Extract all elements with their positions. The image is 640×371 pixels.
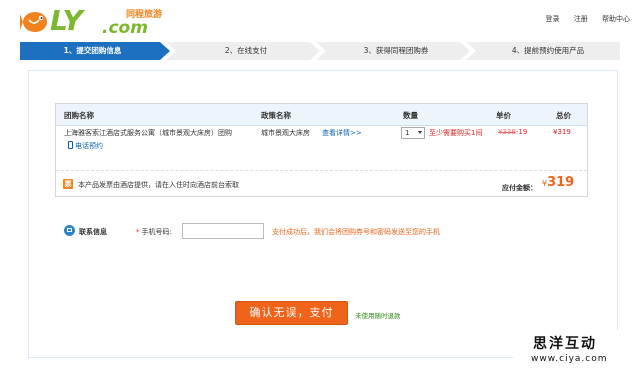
fish-logo-icon — [20, 12, 47, 32]
help-center-link[interactable]: 帮助中心 — [602, 15, 630, 23]
contact-icon — [64, 225, 75, 236]
refund-note: 未使用随时退款 — [355, 312, 401, 320]
table-header: 团购名称 政策名称 数量 单价 总价 — [56, 104, 587, 126]
phone-label: * 手机号码: — [136, 227, 172, 237]
payable-amount: ¥319 — [542, 175, 574, 190]
policy-name: 城市景观大床房 — [261, 129, 310, 137]
header-unit-price: 单价 — [496, 111, 511, 120]
payable-value: 319 — [547, 175, 575, 190]
required-star: * — [136, 228, 140, 236]
logo-text: LY — [50, 4, 83, 37]
quantity-value: 1 — [405, 129, 410, 137]
logo-slogan: 同程旅游 — [126, 10, 163, 20]
table-row: 上海雅客索江酒店式服务公寓（城市景观大床房）团购 电话预约 城市景观大床房 查看… — [56, 126, 587, 171]
step-2: 2、在线支付 — [224, 46, 268, 55]
invoice-note: 本产品发票由酒店提供，请在入住时向酒店前台索取 — [78, 181, 239, 189]
watermark-title: 思洋互动 — [533, 336, 597, 352]
view-detail-link[interactable]: 查看详情>> — [322, 128, 362, 138]
step-1: 1、提交团购信息 — [63, 46, 122, 55]
confirm-pay-button[interactable]: 确认无误，支付 — [235, 301, 348, 325]
logo-dotcom: .com — [102, 18, 148, 38]
chevron-down-icon — [418, 131, 422, 134]
hotel-name[interactable]: 上海雅客索江酒店式服务公寓（城市景观大床房）团购 — [64, 128, 254, 139]
login-link[interactable]: 登录 — [546, 15, 560, 23]
watermark: 思洋互动 www.ciya.com — [513, 330, 640, 371]
phone-icon — [68, 141, 73, 149]
header-name: 团购名称 — [64, 111, 94, 120]
phone-booking-label: 电话预约 — [75, 142, 103, 150]
quantity-select[interactable]: 1 — [401, 127, 425, 139]
header-qty: 数量 — [403, 111, 418, 120]
logo[interactable]: LY .com 同程旅游 — [20, 4, 170, 38]
phone-label-text: 手机号码: — [141, 228, 172, 236]
min-quantity-note: 至少需要购买1间 — [429, 129, 483, 137]
order-table: 团购名称 政策名称 数量 单价 总价 上海雅客索江酒店式服务公寓（城市景观大床房… — [55, 103, 588, 197]
unit-price: ¥338-19 — [498, 128, 527, 136]
table-footer: 票 本产品发票由酒店提供，请在入住时向酒店前台索取 应付金额： ¥319 — [56, 172, 587, 197]
header-policy: 政策名称 — [261, 111, 291, 120]
phone-booking-link[interactable]: 电话预约 — [68, 141, 103, 151]
original-price: ¥338 — [498, 128, 516, 136]
step-4: 4、提前预约使用产品 — [511, 46, 585, 55]
header-total-price: 总价 — [556, 111, 571, 120]
invoice-icon: 票 — [63, 179, 73, 189]
progress-steps: 1、提交团购信息 2、在线支付 3、获得同程团购券 4、提前预约使用产品 — [20, 42, 620, 60]
discount-price: 19 — [518, 128, 528, 136]
top-links: 登录 注册 帮助中心 — [534, 14, 630, 24]
watermark-url: www.ciya.com — [531, 354, 608, 364]
register-link[interactable]: 注册 — [574, 15, 588, 23]
phone-input[interactable] — [182, 223, 264, 239]
contact-title: 联系信息 — [79, 228, 107, 236]
total-price: ¥319 — [553, 128, 571, 136]
phone-hint: 支付成功后，我们会将团购券号和密码发送至您的手机 — [272, 228, 440, 236]
step-3: 3、获得同程团购券 — [363, 46, 429, 55]
payable-label: 应付金额： — [502, 184, 537, 192]
